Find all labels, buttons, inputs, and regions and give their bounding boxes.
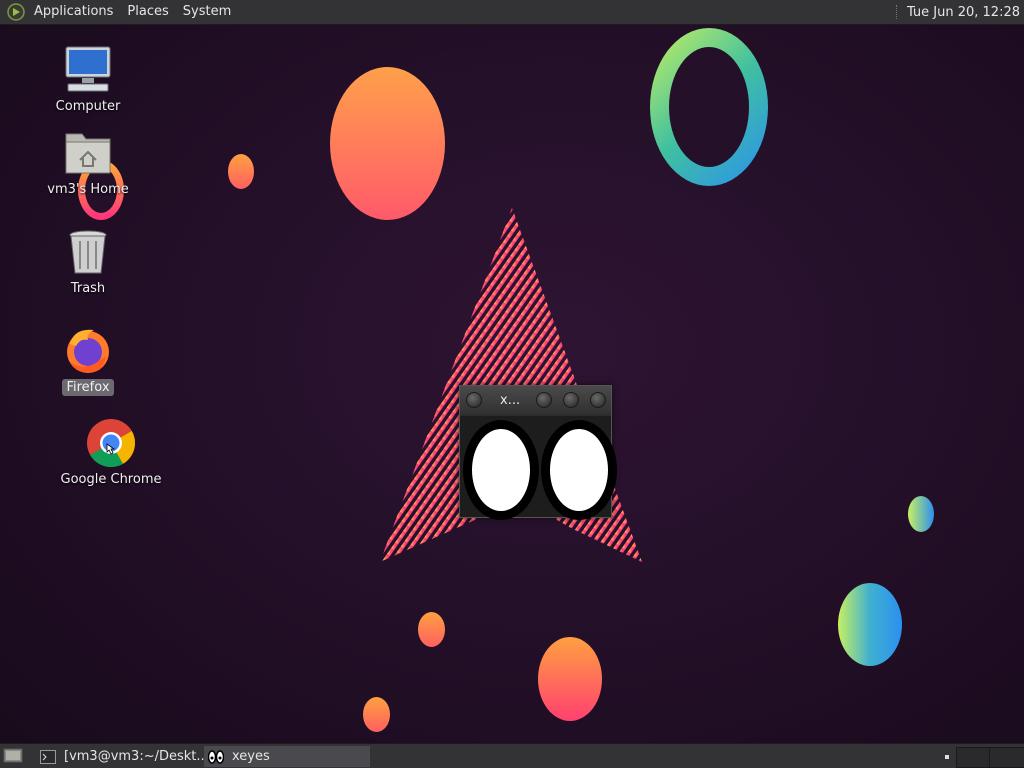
workspace-1[interactable]	[956, 747, 992, 768]
clock[interactable]: Tue Jun 20, 12:28	[907, 5, 1024, 20]
wallpaper-small-orange-dot	[228, 154, 254, 189]
bottom-panel: [vm3@vm3:~/Deskt... xeyes	[0, 743, 1024, 768]
wallpaper-orange-circle	[330, 67, 445, 220]
taskbar-label: xeyes	[232, 749, 270, 764]
clock-area: Tue Jun 20, 12:28	[895, 0, 1024, 24]
menu-places[interactable]: Places	[120, 0, 175, 24]
notification-indicator[interactable]	[945, 755, 949, 759]
show-desktop-icon[interactable]	[3, 747, 23, 764]
workspace-2[interactable]	[989, 747, 1024, 768]
desktop-icon-firefox[interactable]: Firefox	[33, 326, 143, 396]
taskbar-button-xeyes[interactable]: xeyes	[204, 746, 370, 767]
panel-separator	[895, 5, 899, 19]
taskbar-label: [vm3@vm3:~/Deskt...	[64, 749, 209, 764]
xeyes-canvas	[460, 416, 617, 520]
top-panel: Applications Places System Tue Jun 20, 1…	[0, 0, 1024, 25]
menu-system[interactable]: System	[176, 0, 238, 24]
home-folder-icon	[60, 128, 116, 178]
terminal-icon	[40, 749, 56, 764]
xeyes-window[interactable]: x...	[459, 385, 617, 520]
wallpaper-ring	[650, 28, 768, 186]
window-menu-button[interactable]	[466, 392, 482, 408]
desktop-icon-label: vm3's Home	[47, 182, 129, 197]
applications-logo-icon[interactable]	[7, 3, 25, 21]
desktop-icon-label: Firefox	[62, 379, 114, 396]
wallpaper-orange-dot-3	[363, 697, 390, 732]
desktop-icon-computer[interactable]: Computer	[33, 45, 143, 115]
desktop-icon-trash[interactable]: Trash	[33, 227, 143, 297]
left-eye	[463, 420, 539, 520]
wallpaper-blue-dot	[908, 496, 934, 532]
menu-applications[interactable]: Applications	[27, 0, 120, 24]
desktop[interactable]: Computer vm3's Home Trash Firefox Google…	[0, 0, 1024, 768]
close-button[interactable]	[590, 392, 606, 408]
desktop-icon-chrome[interactable]: Google Chrome	[56, 418, 166, 488]
desktop-icon-label: Google Chrome	[60, 472, 162, 487]
right-eye	[541, 420, 617, 520]
wallpaper-orange-ellipse	[538, 637, 602, 721]
desktop-icon-label: Trash	[70, 281, 106, 296]
taskbar-button-terminal[interactable]: [vm3@vm3:~/Deskt...	[36, 746, 209, 767]
maximize-button[interactable]	[563, 392, 579, 408]
trash-icon	[60, 227, 116, 277]
xeyes-titlebar[interactable]: x...	[460, 386, 611, 415]
chrome-icon	[83, 418, 139, 468]
main-menu: Applications Places System	[27, 0, 238, 24]
computer-icon	[60, 45, 116, 95]
firefox-icon	[60, 326, 116, 376]
desktop-icon-home[interactable]: vm3's Home	[33, 128, 143, 198]
xeyes-title: x...	[500, 393, 521, 408]
wallpaper-orange-dot-2	[418, 612, 445, 647]
minimize-button[interactable]	[536, 392, 552, 408]
wallpaper-blue-ellipse	[838, 583, 902, 666]
desktop-icon-label: Computer	[55, 99, 121, 114]
eyes-icon	[208, 749, 224, 764]
